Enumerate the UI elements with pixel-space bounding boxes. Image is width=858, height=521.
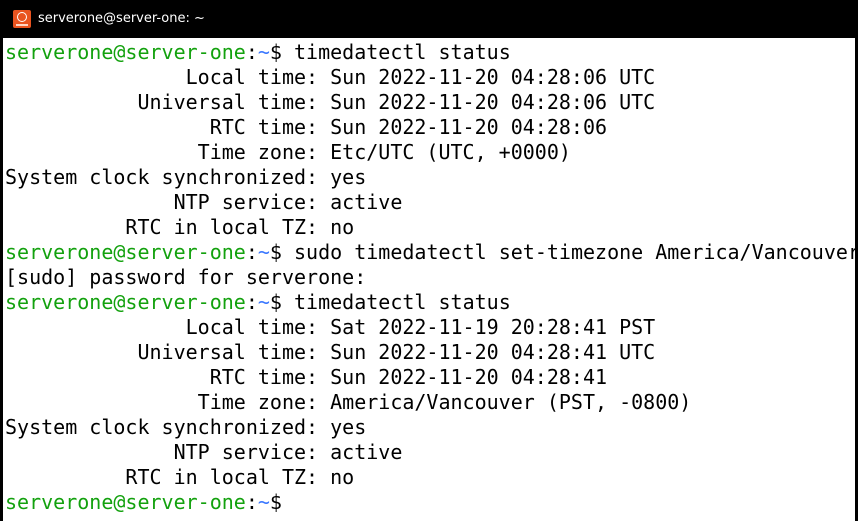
output-line: System clock synchronized: yes [5, 165, 367, 189]
prompt-symbol: $ [269, 490, 295, 514]
icon-bar [16, 24, 28, 26]
command-text: sudo timedatectl set-timezone America/Va… [294, 240, 858, 264]
prompt-user-host: serverone@server-one [5, 240, 246, 264]
output-line: Time zone: America/Vancouver (PST, -0800… [5, 390, 692, 414]
prompt-separator: : [245, 490, 258, 514]
prompt-line: serverone@server-one:~$ sudo timedatectl… [5, 240, 858, 265]
prompt-line: serverone@server-one:~$ timedatectl stat… [5, 290, 858, 315]
prompt-path: ~ [257, 490, 270, 514]
prompt-user-host: serverone@server-one [5, 290, 246, 314]
prompt-separator: : [245, 240, 258, 264]
prompt-path: ~ [257, 290, 270, 314]
output-line: Local time: Sun 2022-11-20 04:28:06 UTC [5, 65, 656, 89]
prompt-user-host: serverone@server-one [5, 40, 246, 64]
icon-ring [17, 12, 27, 22]
output-line: System clock synchronized: yes [5, 415, 367, 439]
prompt-symbol: $ [269, 240, 295, 264]
command-text: timedatectl status [294, 40, 511, 64]
prompt-separator: : [245, 40, 258, 64]
output-line: [sudo] password for serverone: [5, 265, 367, 289]
output-line: RTC time: Sun 2022-11-20 04:28:41 [5, 365, 608, 389]
window-title: serverone@server-one: ~ [38, 11, 205, 26]
prompt-path: ~ [257, 240, 270, 264]
prompt-path: ~ [257, 40, 270, 64]
prompt-symbol: $ [269, 40, 295, 64]
terminal-window: serverone@server-one: ~ serverone@server… [0, 0, 858, 521]
output-line: RTC time: Sun 2022-11-20 04:28:06 [5, 115, 608, 139]
output-line: NTP service: active [5, 440, 403, 464]
prompt-separator: : [245, 290, 258, 314]
output-line: Universal time: Sun 2022-11-20 04:28:41 … [5, 340, 656, 364]
prompt-symbol: $ [269, 290, 295, 314]
prompt-line: serverone@server-one:~$ [5, 490, 858, 515]
title-bar[interactable]: serverone@server-one: ~ [0, 0, 858, 38]
terminal-output-area[interactable]: serverone@server-one:~$ timedatectl stat… [0, 38, 858, 521]
output-line: Local time: Sat 2022-11-19 20:28:41 PST [5, 315, 656, 339]
prompt-user-host: serverone@server-one [5, 490, 246, 514]
prompt-line: serverone@server-one:~$ timedatectl stat… [5, 40, 858, 65]
output-line: RTC in local TZ: no [5, 215, 355, 239]
ubuntu-terminal-icon [13, 10, 31, 28]
output-line: Universal time: Sun 2022-11-20 04:28:06 … [5, 90, 656, 114]
terminal-lines: serverone@server-one:~$ timedatectl stat… [5, 40, 858, 515]
output-line: RTC in local TZ: no [5, 465, 355, 489]
output-line: NTP service: active [5, 190, 403, 214]
command-text: timedatectl status [294, 290, 511, 314]
output-line: Time zone: Etc/UTC (UTC, +0000) [5, 140, 571, 164]
